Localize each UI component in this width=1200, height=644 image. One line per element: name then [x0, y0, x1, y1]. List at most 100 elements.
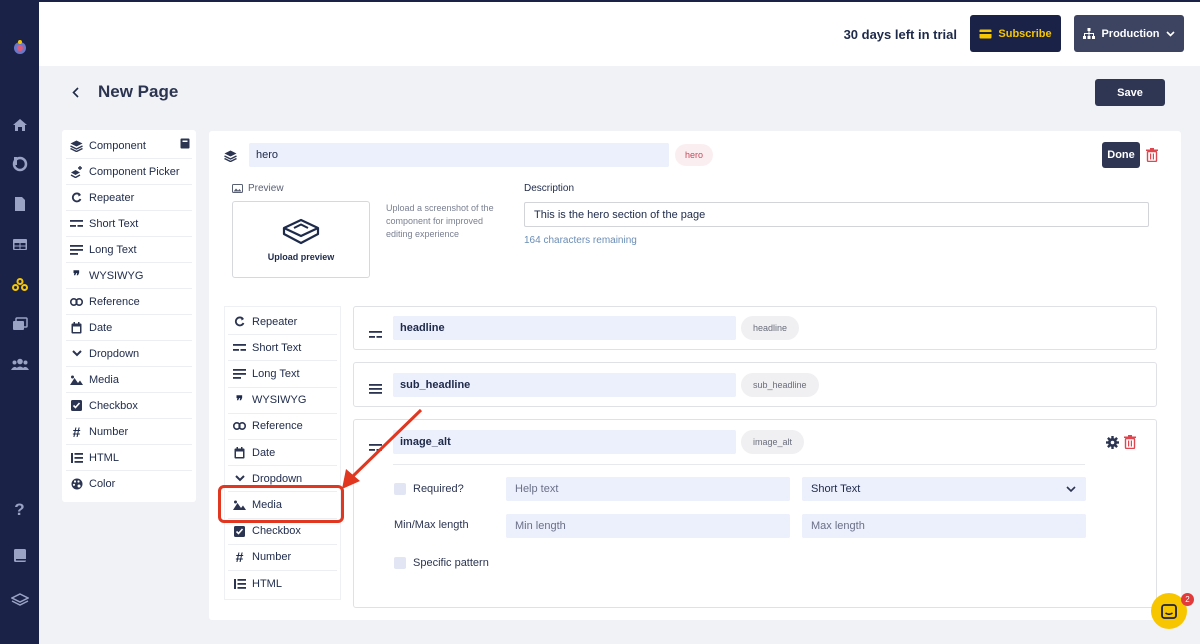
back-arrow-icon[interactable] [68, 84, 82, 100]
hash-icon: # [72, 423, 81, 440]
components-icon[interactable] [0, 273, 39, 295]
description-input[interactable]: This is the hero section of the page [524, 202, 1149, 227]
long-text-icon[interactable] [369, 381, 383, 394]
quote-icon: ❞ [73, 268, 80, 283]
chat-notification-badge: 2 [1181, 593, 1194, 606]
media-highlight-box [218, 485, 344, 523]
logo-icon[interactable] [0, 36, 39, 58]
palette-item-label: Short Text [89, 217, 139, 230]
document-icon[interactable] [0, 193, 39, 215]
field-type-label: Repeater [252, 315, 298, 328]
palette-item-component[interactable]: Component [66, 133, 192, 159]
chat-icon [1161, 603, 1177, 619]
field-type-label: Number [252, 551, 292, 564]
min-length-input[interactable]: Min length [506, 514, 790, 538]
palette-item-dropdown[interactable]: Dropdown [66, 341, 192, 367]
characters-remaining: 164 characters remaining [524, 235, 637, 246]
home-icon[interactable] [0, 114, 39, 136]
field-name-input[interactable]: image_alt [393, 430, 736, 454]
palette-item-html[interactable]: HTML [66, 445, 192, 471]
image-icon [70, 373, 83, 386]
max-length-input[interactable]: Max length [802, 514, 1086, 538]
palette-item-component-picker[interactable]: Component Picker [66, 159, 192, 185]
palette-item-number[interactable]: # Number [66, 419, 192, 445]
field-key-badge: headline [741, 316, 800, 340]
docs-book-icon[interactable] [0, 544, 39, 566]
save-button[interactable]: Save [1095, 79, 1165, 106]
sitemap-icon [1083, 28, 1096, 39]
field-type-date[interactable]: Date [228, 440, 337, 467]
field-type-long-text[interactable]: Long Text [228, 361, 337, 388]
page-title: New Page [98, 82, 179, 101]
gear-icon[interactable] [1106, 436, 1119, 454]
repeat-icon [70, 191, 83, 204]
palette-item-label: Reference [89, 295, 140, 308]
field-type-wysiwyg[interactable]: ❞ WYSIWYG [228, 388, 337, 414]
description-label: Description [524, 183, 575, 194]
field-type-label: Dropdown [252, 472, 303, 485]
field-type-select[interactable]: Short Text [802, 477, 1086, 501]
trash-icon[interactable] [1124, 435, 1136, 450]
preview-label: Preview [232, 183, 284, 194]
users-icon[interactable] [0, 353, 39, 375]
field-type-reference[interactable]: Reference [228, 414, 337, 440]
analytics-icon[interactable] [0, 153, 39, 175]
done-button[interactable]: Done [1102, 142, 1140, 168]
field-type-label: WYSIWYG [252, 394, 307, 407]
list-icon [233, 577, 246, 590]
upload-preview-label: Upload preview [267, 251, 335, 262]
palette-item-wysiwyg[interactable]: ❞ WYSIWYG [66, 263, 192, 289]
layers-icon [224, 149, 238, 163]
long-text-icon [233, 367, 246, 380]
palette-item-media[interactable]: Media [66, 367, 192, 393]
component-key-badge: hero [675, 144, 714, 166]
field-name-input[interactable]: headline [393, 316, 736, 340]
environment-dropdown[interactable]: Production [1074, 15, 1184, 52]
field-row-image-alt[interactable]: image_alt image_alt Required? Help text … [353, 419, 1157, 608]
chevron-down-icon [1066, 486, 1076, 493]
field-type-short-text[interactable]: Short Text [228, 335, 337, 362]
field-type-repeater[interactable]: Repeater [228, 309, 337, 336]
image-icon [232, 184, 243, 193]
field-type-label: HTML [252, 577, 282, 590]
repeat-icon [233, 315, 246, 328]
field-name-input[interactable]: sub_headline [393, 373, 736, 397]
field-row-sub-headline[interactable]: sub_headline sub_headline [353, 362, 1157, 407]
palette-item-label: Component Picker [89, 165, 180, 178]
field-type-label: Date [252, 446, 276, 459]
stack-icon[interactable] [0, 589, 39, 611]
field-row-headline[interactable]: headline headline [353, 306, 1157, 350]
chevron-down-icon [70, 347, 83, 360]
palette-item-date[interactable]: Date [66, 315, 192, 341]
help-icon[interactable]: ? [0, 499, 39, 521]
short-text-icon[interactable] [369, 325, 383, 338]
field-type-number[interactable]: # Number [228, 545, 337, 571]
help-text-input[interactable]: Help text [506, 477, 790, 501]
field-type-html[interactable]: HTML [228, 571, 337, 597]
link-icon [70, 295, 83, 308]
palette-item-label: Repeater [89, 191, 135, 204]
table-icon[interactable] [0, 233, 39, 255]
hash-icon: # [235, 549, 244, 566]
palette-item-repeater[interactable]: Repeater [66, 185, 192, 211]
palette-item-short-text[interactable]: Short Text [66, 211, 192, 237]
palette-item-label: Color [89, 478, 116, 490]
palette-item-color[interactable]: Color [66, 471, 192, 497]
subscribe-button[interactable]: Subscribe [970, 15, 1061, 52]
palette-item-long-text[interactable]: Long Text [66, 237, 192, 263]
specific-pattern-checkbox[interactable] [394, 557, 406, 569]
trash-icon[interactable] [1146, 148, 1158, 163]
media-library-icon[interactable] [0, 313, 39, 335]
environment-label: Production [1101, 27, 1160, 40]
component-name-input[interactable]: hero [249, 143, 669, 167]
field-type-select-value: Short Text [811, 483, 861, 495]
palette-item-checkbox[interactable]: Checkbox [66, 393, 192, 419]
palette-item-reference[interactable]: Reference [66, 289, 192, 315]
subscribe-label: Subscribe [998, 27, 1052, 40]
list-icon [70, 451, 83, 464]
field-type-label: Checkbox [252, 525, 301, 538]
upload-preview-dropzone[interactable]: Upload preview [232, 201, 370, 278]
long-text-icon [70, 243, 83, 256]
minmax-label: Min/Max length [394, 519, 469, 531]
checkbox-icon [233, 525, 246, 538]
